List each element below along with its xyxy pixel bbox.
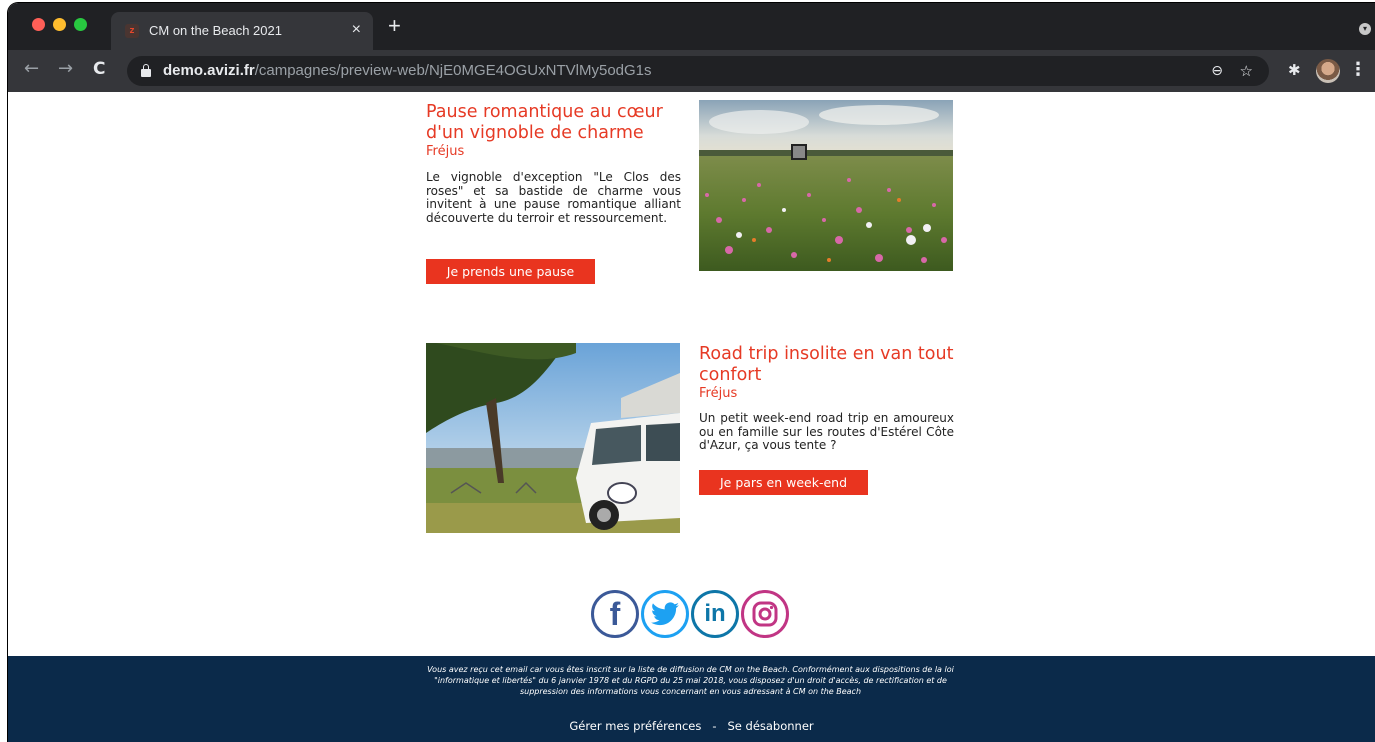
url-host: demo.avizi.fr xyxy=(163,62,255,79)
extensions-puzzle-icon[interactable]: ✱ xyxy=(1288,63,1303,78)
browser-menu-icon[interactable]: ⋮ xyxy=(1349,59,1367,81)
linkedin-icon[interactable]: in xyxy=(691,590,739,638)
close-tab-icon[interactable]: × xyxy=(352,21,361,39)
article-1-text: Le vignoble d'exception "Le Clos des ros… xyxy=(426,170,681,225)
flower-field-illustration xyxy=(699,100,953,271)
article-2-city: Fréjus xyxy=(699,386,738,401)
tab-search-icon[interactable]: ▾ xyxy=(1359,23,1371,35)
facebook-icon[interactable]: f xyxy=(591,590,639,638)
linkedin-glyph: in xyxy=(704,600,726,627)
address-bar[interactable]: demo.avizi.fr/campagnes/preview-web/NjE0… xyxy=(127,56,1269,86)
unsubscribe-link[interactable]: Se désabonner xyxy=(727,719,813,733)
email-footer: Vous avez reçu cet email car vous êtes i… xyxy=(8,656,1375,742)
back-button[interactable]: ← xyxy=(24,58,39,80)
browser-toolbar: ← → C demo.avizi.fr/campagnes/preview-we… xyxy=(8,50,1375,92)
article-2-title: Road trip insolite en van tout confort xyxy=(699,344,954,385)
campervan-photo[interactable] xyxy=(426,343,680,533)
maximize-window-button[interactable] xyxy=(74,18,87,31)
legal-notice: Vous avez reçu cet email car vous êtes i… xyxy=(427,665,954,696)
tab-active[interactable]: z CM on the Beach 2021 × xyxy=(111,12,373,50)
campervan-illustration xyxy=(426,343,680,533)
flower-field-photo[interactable] xyxy=(699,100,953,271)
instagram-icon[interactable] xyxy=(741,590,789,638)
article-1-cta-button[interactable]: Je prends une pause xyxy=(426,259,595,284)
forward-button[interactable]: → xyxy=(58,58,73,80)
zoom-icon[interactable]: ⊖ xyxy=(1211,61,1223,81)
bookmark-star-icon[interactable]: ☆ xyxy=(1240,61,1253,81)
instagram-camera-glyph xyxy=(752,601,778,627)
close-window-button[interactable] xyxy=(32,18,45,31)
tab-bar: z CM on the Beach 2021 × + ▾ xyxy=(8,3,1375,50)
profile-avatar[interactable] xyxy=(1316,59,1340,83)
manage-preferences-link[interactable]: Gérer mes préférences xyxy=(569,719,701,733)
article-1-title: Pause romantique au cœur d'un vignoble d… xyxy=(426,102,663,143)
article-1-city: Fréjus xyxy=(426,144,465,159)
new-tab-button[interactable]: + xyxy=(388,15,401,37)
email-preview: Pause romantique au cœur d'un vignoble d… xyxy=(8,92,1375,742)
twitter-bird-glyph xyxy=(651,602,679,626)
url-path: /campagnes/preview-web/NjE0MGE4OGUxNTVlM… xyxy=(254,62,652,79)
facebook-glyph: f xyxy=(609,595,621,632)
footer-links: Gérer mes préférences - Se désabonner xyxy=(8,719,1375,733)
minimize-window-button[interactable] xyxy=(53,18,66,31)
twitter-icon[interactable] xyxy=(641,590,689,638)
tab-title: CM on the Beach 2021 xyxy=(149,23,282,38)
article-2-text: Un petit week-end road trip en amoureux … xyxy=(699,411,954,452)
favicon-icon: z xyxy=(125,24,139,38)
article-2-cta-button[interactable]: Je pars en week-end xyxy=(699,470,868,495)
link-separator: - xyxy=(712,719,717,733)
url-text[interactable]: demo.avizi.fr/campagnes/preview-web/NjE0… xyxy=(163,62,652,79)
lock-icon[interactable] xyxy=(141,64,151,77)
browser-window: z CM on the Beach 2021 × + ▾ ← → C demo.… xyxy=(8,3,1375,742)
reload-button[interactable]: C xyxy=(93,58,105,80)
